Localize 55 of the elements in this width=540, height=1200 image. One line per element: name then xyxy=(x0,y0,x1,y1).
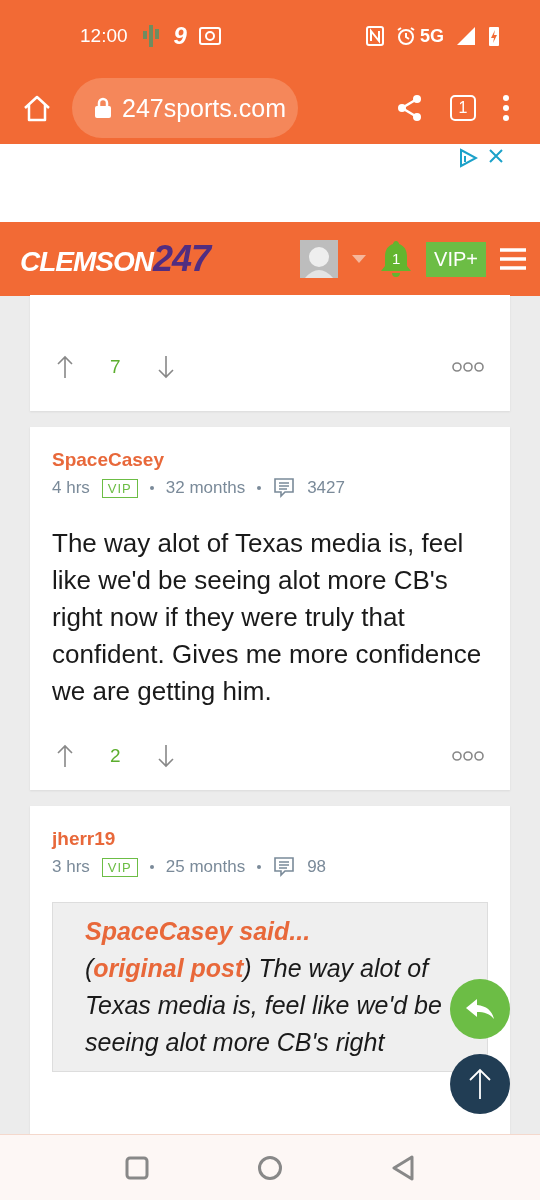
alarm-icon xyxy=(396,26,416,46)
separator-dot xyxy=(257,865,262,869)
upvote-icon[interactable] xyxy=(56,744,74,768)
signal-icon xyxy=(456,26,476,46)
post-author[interactable]: jherr19 xyxy=(52,828,488,850)
recents-icon[interactable] xyxy=(125,1155,149,1180)
back-icon[interactable] xyxy=(391,1154,415,1181)
post-body: The way alot of Texas media is, feel like we'd be seeing alot more CB's right now if they were truly that confident. Gives me more confidence we are getting him. xyxy=(52,527,483,708)
vip-button[interactable]: VIP+ xyxy=(426,241,486,277)
tab-count-button[interactable]: 1 xyxy=(450,95,476,121)
battery-icon xyxy=(488,25,500,47)
network-label: 5G xyxy=(420,25,444,47)
reply-icon xyxy=(465,998,495,1020)
home-icon[interactable] xyxy=(257,1154,283,1181)
upvote-icon[interactable] xyxy=(56,355,74,379)
post-author[interactable]: SpaceCasey xyxy=(52,449,488,471)
vip-badge: VIP xyxy=(101,478,138,498)
close-icon[interactable] xyxy=(488,148,504,164)
post-time: 4 hrs xyxy=(52,478,90,498)
arrow-up-icon xyxy=(468,1068,492,1100)
app-number-label: 9 xyxy=(173,22,187,50)
vip-badge: VIP xyxy=(101,857,138,877)
site-logo[interactable]: CLEMSON247 xyxy=(20,238,211,280)
more-icon[interactable] xyxy=(502,94,510,122)
more-options-icon[interactable] xyxy=(452,361,484,373)
post-time: 3 hrs xyxy=(52,857,90,877)
downvote-icon[interactable] xyxy=(156,744,175,768)
url-text: 247sports.com xyxy=(122,93,286,123)
vote-count: 7 xyxy=(110,356,121,378)
nfc-icon xyxy=(366,26,384,46)
downvote-icon[interactable] xyxy=(156,355,175,379)
comment-icon xyxy=(273,477,296,499)
address-bar[interactable]: 247sports.com xyxy=(72,78,298,138)
member-tenure: 32 months xyxy=(165,478,246,498)
caret-icon[interactable] xyxy=(352,255,367,263)
notification-bell[interactable]: 1 xyxy=(380,240,413,278)
post-count: 98 xyxy=(307,857,327,877)
vote-count: 2 xyxy=(110,745,121,767)
quote-text: SpaceCasey said... (original post) The way alot of Texas media is, feel like we'd be seeing alot more CB's right xyxy=(85,916,443,1058)
menu-icon[interactable] xyxy=(500,248,526,270)
comment-icon xyxy=(273,856,296,878)
separator-dot xyxy=(149,865,154,869)
member-tenure: 25 months xyxy=(165,857,246,877)
clock: 12:00 xyxy=(80,25,128,47)
camera-icon xyxy=(198,27,221,45)
post-count: 3427 xyxy=(307,478,345,498)
lock-icon xyxy=(94,97,112,119)
separator-dot xyxy=(257,486,262,490)
share-icon[interactable] xyxy=(396,94,424,122)
avatar[interactable] xyxy=(300,240,339,278)
home-icon[interactable] xyxy=(22,93,52,123)
more-options-icon[interactable] xyxy=(452,750,484,762)
separator-dot xyxy=(149,486,154,490)
ad-info-icon[interactable] xyxy=(458,148,478,168)
quote-author-link[interactable]: SpaceCasey said... xyxy=(85,917,311,945)
